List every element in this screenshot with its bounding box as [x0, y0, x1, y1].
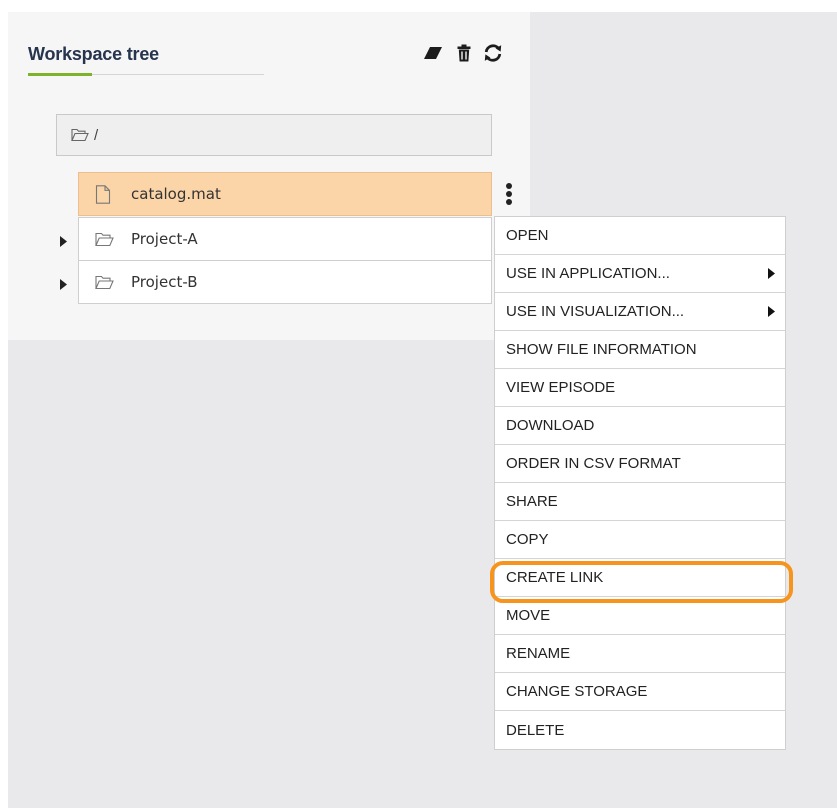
menu-item-label: MOVE [506, 607, 551, 624]
menu-item-change-storage[interactable]: CHANGE STORAGE [495, 673, 785, 711]
eraser-icon [424, 47, 442, 59]
menu-item-label: CHANGE STORAGE [506, 683, 648, 700]
menu-item-order-in-csv-format[interactable]: ORDER IN CSV FORMAT [495, 445, 785, 483]
folder-open-icon [71, 128, 89, 142]
menu-item-delete[interactable]: DELETE [495, 711, 785, 749]
folder-open-icon [95, 229, 115, 249]
menu-item-use-in-visualization[interactable]: USE IN VISUALIZATION... [495, 293, 785, 331]
expand-caret-icon[interactable] [58, 234, 68, 248]
delete-button[interactable] [453, 42, 475, 64]
menu-item-label: CREATE LINK [506, 569, 604, 586]
menu-item-label: USE IN VISUALIZATION... [506, 303, 685, 320]
tree-row-label: Project-A [131, 230, 198, 248]
clear-button[interactable] [422, 42, 444, 64]
menu-item-create-link[interactable]: CREATE LINK [495, 559, 785, 597]
menu-item-label: COPY [506, 531, 549, 548]
row-actions-menu-button[interactable] [502, 178, 516, 210]
refresh-button[interactable] [482, 42, 504, 64]
menu-item-rename[interactable]: RENAME [495, 635, 785, 673]
root-path-label: / [94, 126, 99, 144]
kebab-dot-icon [506, 191, 512, 197]
menu-item-label: OPEN [506, 227, 549, 244]
tree-row-folder[interactable]: Project-A [78, 217, 492, 261]
tree-row-folder[interactable]: Project-B [78, 260, 492, 304]
menu-item-view-episode[interactable]: VIEW EPISODE [495, 369, 785, 407]
tree-row-label: Project-B [131, 273, 198, 291]
menu-item-copy[interactable]: COPY [495, 521, 785, 559]
menu-item-open[interactable]: OPEN [495, 217, 785, 255]
menu-item-use-in-application[interactable]: USE IN APPLICATION... [495, 255, 785, 293]
menu-item-label: SHARE [506, 493, 558, 510]
tree-row-file[interactable]: catalog.mat [78, 172, 492, 216]
menu-item-label: VIEW EPISODE [506, 379, 616, 396]
trash-icon [457, 44, 471, 62]
panel-title: Workspace tree [28, 44, 159, 64]
kebab-dot-icon [506, 199, 512, 205]
kebab-dot-icon [506, 183, 512, 189]
menu-item-label: ORDER IN CSV FORMAT [506, 455, 681, 472]
menu-item-show-file-information[interactable]: SHOW FILE INFORMATION [495, 331, 785, 369]
refresh-icon [484, 44, 502, 62]
folder-open-icon [95, 272, 115, 292]
menu-item-label: SHOW FILE INFORMATION [506, 341, 697, 358]
menu-item-label: USE IN APPLICATION... [506, 265, 670, 282]
expand-caret-icon[interactable] [58, 277, 68, 291]
submenu-arrow-icon [768, 306, 775, 317]
menu-item-label: RENAME [506, 645, 571, 662]
context-menu: OPEN USE IN APPLICATION... USE IN VISUAL… [494, 216, 786, 750]
menu-item-share[interactable]: SHARE [495, 483, 785, 521]
submenu-arrow-icon [768, 268, 775, 279]
file-icon [95, 184, 115, 204]
menu-item-move[interactable]: MOVE [495, 597, 785, 635]
menu-item-download[interactable]: DOWNLOAD [495, 407, 785, 445]
menu-item-label: DELETE [506, 721, 565, 739]
title-accent-underline [28, 73, 92, 76]
tree-row-label: catalog.mat [131, 185, 221, 203]
menu-item-label: DOWNLOAD [506, 417, 595, 434]
root-folder-row[interactable]: / [56, 114, 492, 156]
